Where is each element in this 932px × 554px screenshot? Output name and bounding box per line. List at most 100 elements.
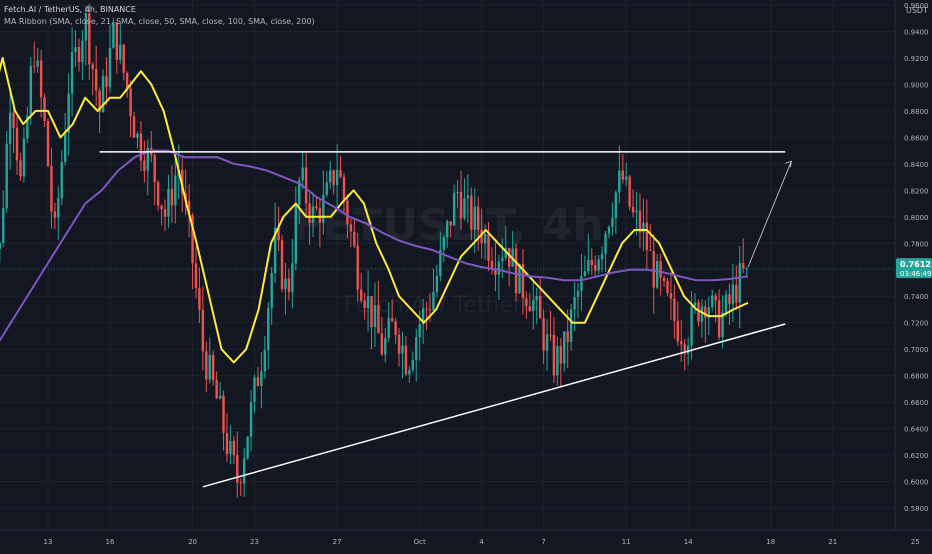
candle-body xyxy=(507,248,511,267)
candle-body xyxy=(139,133,143,161)
candle-body xyxy=(659,261,662,278)
candle-body xyxy=(212,354,215,380)
candle-body xyxy=(645,222,649,251)
x-tick-label: 14 xyxy=(684,538,693,546)
candle-body xyxy=(600,253,604,260)
candle-body xyxy=(583,271,587,276)
candle-body xyxy=(225,432,229,454)
candle-body xyxy=(311,206,315,223)
candle-body xyxy=(380,333,384,355)
candle-body xyxy=(33,66,36,68)
candle-body xyxy=(384,338,387,355)
candle-body xyxy=(607,226,611,234)
candle-body xyxy=(556,346,559,376)
candle-body xyxy=(215,379,218,399)
candle-body xyxy=(57,198,60,218)
candle-body xyxy=(198,288,201,310)
candle-body xyxy=(91,64,94,70)
y-tick-label: 0.7400 xyxy=(904,293,929,301)
candle-body xyxy=(549,334,552,336)
candle-body xyxy=(160,205,163,210)
candle-body xyxy=(174,175,177,206)
candle-body xyxy=(315,206,318,209)
candle-body xyxy=(666,281,669,294)
candle-body xyxy=(576,290,580,297)
candle-body xyxy=(39,60,43,98)
candle-body xyxy=(559,346,563,364)
candle-body xyxy=(353,231,356,246)
candle-body xyxy=(129,88,132,117)
candle-body xyxy=(229,441,232,454)
time-axis-panel[interactable] xyxy=(0,530,932,550)
y-tick-label: 0.8200 xyxy=(904,187,929,195)
candle-body xyxy=(170,188,174,206)
candle-body xyxy=(342,176,346,201)
candle-body xyxy=(50,165,53,212)
candle-body xyxy=(284,278,287,290)
candle-body xyxy=(94,69,98,91)
candle-body xyxy=(738,262,741,303)
candle-body xyxy=(649,250,652,252)
candle-body xyxy=(0,242,2,250)
candle-body xyxy=(349,224,353,232)
candle-body xyxy=(662,277,666,282)
candle-body xyxy=(153,155,156,183)
candle-body xyxy=(205,351,208,380)
candle-body xyxy=(132,116,136,138)
candle-body xyxy=(208,354,211,380)
candle-body xyxy=(463,198,466,219)
candle-body xyxy=(12,112,15,128)
candle-body xyxy=(60,162,63,199)
candle-body xyxy=(411,360,415,370)
candle-body xyxy=(587,259,590,272)
candle-body xyxy=(717,300,721,338)
y-tick-label: 0.9200 xyxy=(904,55,929,63)
y-tick-label: 0.6000 xyxy=(904,479,929,487)
candle-body xyxy=(239,482,242,484)
candle-body xyxy=(163,209,167,217)
candle-body xyxy=(604,233,607,254)
y-tick-label: 0.6200 xyxy=(904,452,929,460)
candle-body xyxy=(294,205,297,264)
candle-body xyxy=(700,306,704,322)
symbol-title[interactable]: Fetch.AI / TetherUS, 4h, BINANCE xyxy=(4,4,315,16)
candle-body xyxy=(267,308,270,351)
candle-body xyxy=(676,320,680,342)
candle-body xyxy=(618,170,621,193)
candle-body xyxy=(621,170,624,180)
candle-body xyxy=(119,44,122,60)
candle-body xyxy=(390,318,394,322)
candle-body xyxy=(449,221,452,226)
y-tick-label: 0.6400 xyxy=(904,426,929,434)
candle-body xyxy=(394,321,397,336)
candle-body xyxy=(490,260,494,269)
candle-body xyxy=(43,97,46,122)
candle-body xyxy=(366,296,370,309)
x-tick-label: 20 xyxy=(188,538,197,546)
candle-body xyxy=(242,458,246,484)
candle-body xyxy=(580,275,583,291)
candle-body xyxy=(401,345,404,354)
candle-body xyxy=(280,240,284,290)
last-price-value: 0.7612 xyxy=(900,260,931,269)
candle-body xyxy=(22,138,26,177)
chart-area[interactable]: FETUSDT, 4h Fetch.AI / TetherUS USDT 0.9… xyxy=(0,0,932,550)
candle-body xyxy=(232,441,236,456)
candle-body xyxy=(122,44,125,73)
candle-body xyxy=(408,369,411,375)
candle-body xyxy=(514,248,518,294)
candle-body xyxy=(125,72,129,89)
candle-body xyxy=(329,170,332,183)
candle-body xyxy=(742,262,745,269)
candle-body xyxy=(728,294,731,304)
candle-body xyxy=(325,182,328,195)
candle-body xyxy=(635,210,638,213)
price-chart[interactable]: FETUSDT, 4h Fetch.AI / TetherUS USDT 0.9… xyxy=(0,0,932,550)
candle-body xyxy=(611,217,614,227)
indicator-title[interactable]: MA Ribbon (SMA, close, 21, SMA, close, 5… xyxy=(4,16,315,28)
y-tick-label: 0.5800 xyxy=(904,505,929,513)
candle-body xyxy=(446,221,449,238)
candle-body xyxy=(535,296,538,301)
candle-body xyxy=(655,261,659,288)
candle-body xyxy=(81,40,84,62)
